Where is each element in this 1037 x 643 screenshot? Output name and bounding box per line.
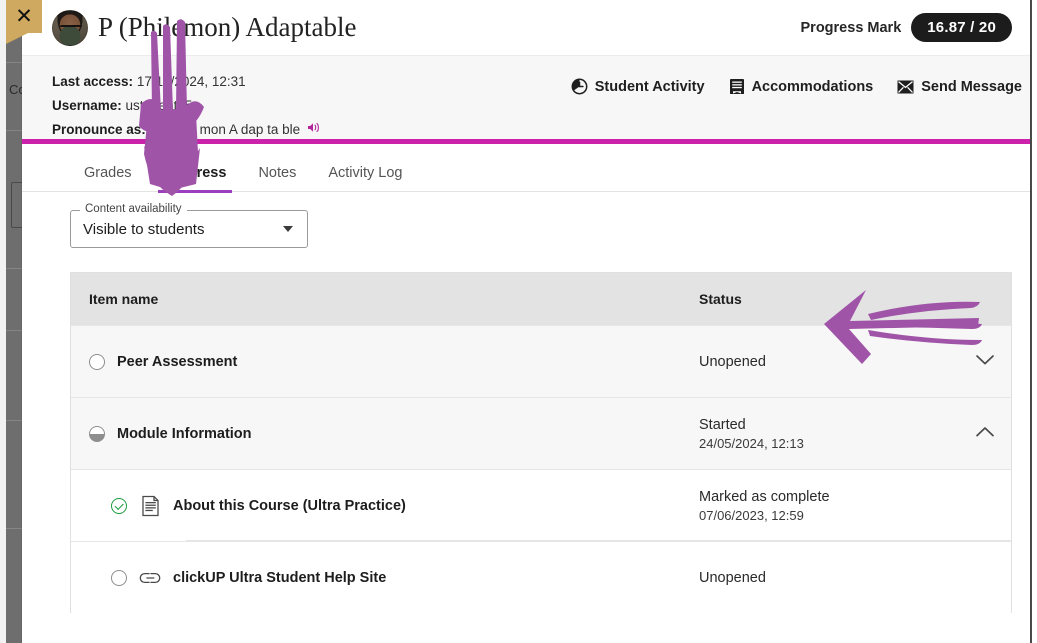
item-name-label: Peer Assessment [117,353,238,370]
check-circle-icon [111,497,127,514]
page-title: P (Philemon) Adaptable [98,12,357,42]
pronounce-value: P Phi le mon A dap ta ble [149,122,301,138]
content-availability-value: Visible to students [83,220,205,238]
empty-circle-icon [89,353,105,370]
item-name-cell: About this Course (Ultra Practice) [89,495,699,517]
status-label: Started [699,416,746,433]
student-overview-panel: P (Philemon) Adaptable Progress Mark 16.… [22,0,1030,643]
tab-bar: Grades Progress Notes Activity Log [22,144,1030,193]
tab-grades[interactable]: Grades [70,153,146,192]
avatar [52,9,88,46]
student-activity-label: Student Activity [594,78,705,95]
accommodations-button[interactable]: Accommodations [729,78,874,95]
collapse-row-button[interactable] [959,425,1011,443]
send-message-button[interactable]: Send Message [897,79,1022,95]
column-header-status: Status [699,291,742,307]
pronounce-label: Pronounce as: [52,122,146,138]
header-actions: Student Activity Accommodations Send Mes… [571,78,1022,95]
tab-progress[interactable]: Progress [150,153,241,193]
student-info-strip: Last access: 17/10/2024, 12:31 Username:… [22,56,1030,144]
status-label: Marked as complete [699,488,830,505]
screen-root: Co P (Philemon) Adaptable Progress Mark … [0,0,1037,643]
envelope-icon [897,80,914,94]
expand-row-button[interactable] [959,353,1011,371]
table-header-row: Item name Status [71,273,1011,325]
pronounce-row: Pronounce as: P Phi le mon A dap ta ble [52,118,1012,142]
item-name-label: clickUP Ultra Student Help Site [173,569,387,586]
status-cell: Unopened [699,354,959,370]
content-availability-legend: Content availability [80,203,187,215]
close-button[interactable]: ✕ [6,0,42,33]
table-row[interactable]: About this Course (Ultra Practice) Marke… [71,469,1011,541]
chevron-up-icon [975,425,995,443]
status-label: Unopened [699,569,766,586]
chevron-down-icon [283,226,293,232]
item-name-cell: Module Information [89,425,699,442]
close-button-tail [6,33,28,44]
progress-mark-label: Progress Mark [800,19,902,36]
panel-header: P (Philemon) Adaptable Progress Mark 16.… [22,0,1030,56]
tab-notes[interactable]: Notes [244,153,310,192]
username-row: Username: ustudent35 [52,94,1012,118]
progress-table: Item name Status Peer Assessment Unopene… [70,272,1012,613]
status-date: 07/06/2023, 12:59 [699,507,804,523]
item-name-cell: Peer Assessment [89,353,699,370]
table-row[interactable]: Peer Assessment Unopened [71,325,1011,397]
item-name-label: Module Information [117,425,252,442]
link-icon [139,567,161,589]
progress-mark-group: Progress Mark 16.87 / 20 [801,13,1012,42]
item-name-cell: clickUP Ultra Student Help Site [89,567,699,589]
close-icon: ✕ [15,5,33,28]
progress-mark-value: 16.87 / 20 [911,13,1012,42]
status-label: Unopened [699,353,766,370]
column-header-item-name: Item name [89,291,159,307]
clock-icon [571,78,588,95]
chevron-down-icon [975,353,995,371]
status-date: 24/05/2024, 12:13 [699,435,804,451]
username-value: ustudent35 [125,98,193,114]
last-access-value: 17/10/2024, 12:31 [136,74,246,89]
send-message-label: Send Message [921,78,1022,95]
last-access-label: Last access: [52,74,134,89]
filter-area: Content availability Visible to students [22,192,1030,256]
tab-activity-log[interactable]: Activity Log [314,153,416,192]
student-activity-button[interactable]: Student Activity [571,78,705,95]
accommodations-label: Accommodations [751,78,874,95]
status-cell: Unopened [699,570,959,586]
half-circle-icon [89,425,105,442]
table-row[interactable]: clickUP Ultra Student Help Site Unopened [71,541,1011,613]
document-icon [139,495,161,517]
status-cell: Started 24/05/2024, 12:13 [699,417,959,451]
background-right-border [1030,0,1032,643]
status-cell: Marked as complete 07/06/2023, 12:59 [699,489,959,523]
item-name-label: About this Course (Ultra Practice) [173,497,406,514]
content-availability-select[interactable]: Content availability Visible to students [70,203,308,248]
document-icon [729,78,745,95]
speaker-icon[interactable] [307,123,321,137]
username-label: Username: [52,98,122,114]
empty-circle-icon [111,569,127,586]
table-row[interactable]: Module Information Started 24/05/2024, 1… [71,397,1011,469]
